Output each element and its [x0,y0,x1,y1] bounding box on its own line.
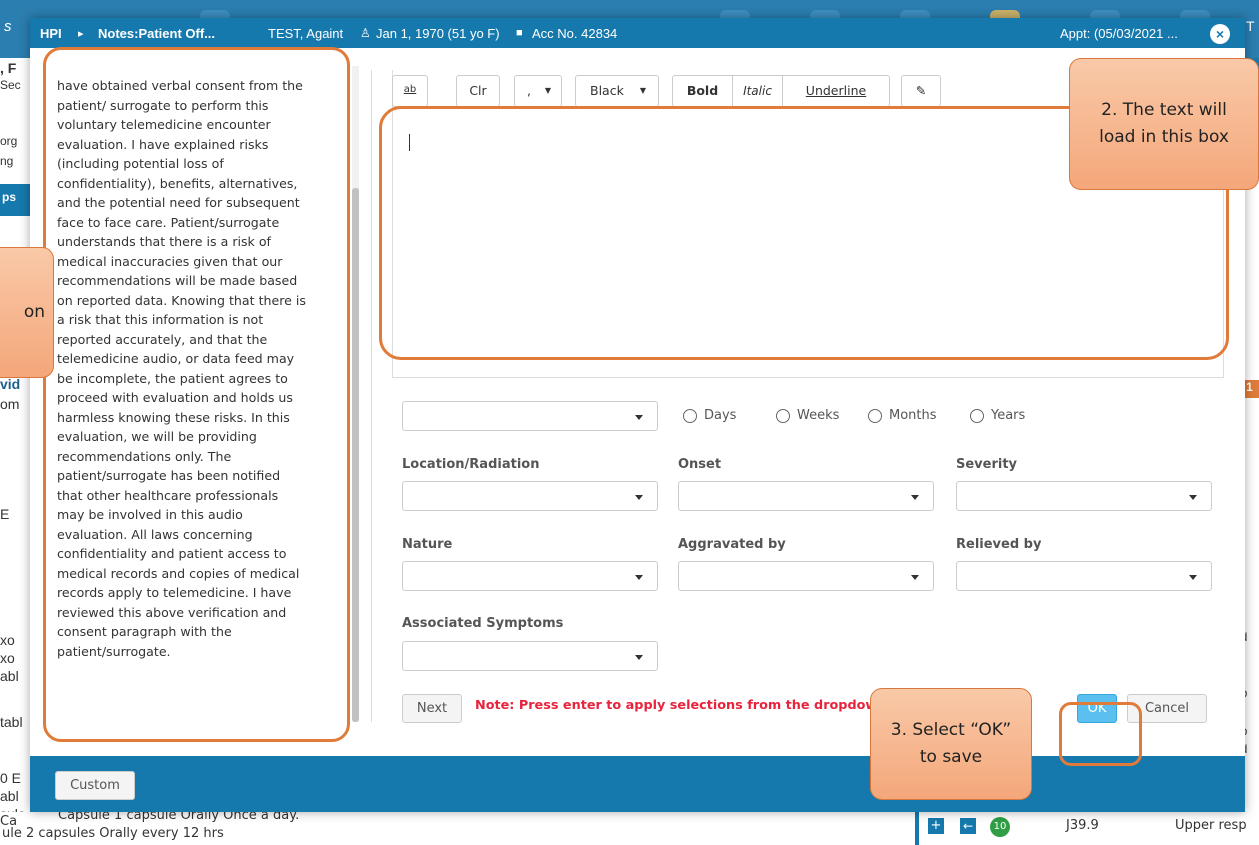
plus-icon[interactable]: + [928,818,944,834]
relieved-by-label: Relieved by [956,537,1042,552]
text-box-callout: 2. The text will load in this box [1069,58,1259,190]
bg-fragment: abl [0,668,19,684]
radio-years[interactable] [970,409,984,423]
modal-footer: Custom [30,756,1245,812]
clear-button[interactable]: Clr [456,75,500,107]
patient-name: TEST, Againt [268,26,344,41]
radio-weeks-label: Weeks [797,408,840,423]
appointment-info: Appt: (05/03/2021 ... [1060,26,1178,41]
bg-fragment: xo [0,650,15,666]
chevron-down-icon [635,575,643,580]
left-callout-text: on [23,302,45,322]
radio-years-label: Years [991,408,1026,423]
close-icon[interactable]: × [1210,24,1230,44]
nature-select[interactable] [402,561,658,591]
folder-icon: ■ [516,27,523,39]
onset-select[interactable] [678,481,934,511]
chevron-down-icon: ▼ [544,86,551,95]
section-title: HPI [40,26,62,41]
aggravated-by-label: Aggravated by [678,537,786,552]
chevron-down-icon [911,575,919,580]
radio-weeks[interactable] [776,409,790,423]
bg-fragment: xo [0,632,15,648]
consent-highlight-ring [43,47,350,742]
person-icon: ♙ [360,26,371,40]
onset-label: Onset [678,457,722,472]
duration-select[interactable] [402,401,658,431]
associated-symptoms-label: Associated Symptoms [402,616,564,631]
chevron-down-icon [1189,575,1197,580]
punctuation-label: , [527,83,531,98]
arrow-left-icon[interactable]: ← [960,818,976,834]
app-header-fragment: s [4,18,12,35]
background-bottom-strip: Ca Capsule 1 capsule Orally Once a day. … [0,808,1259,845]
spellcheck-button[interactable]: ab [392,75,428,107]
radio-days[interactable] [683,409,697,423]
text-box-callout-text: 2. The text will load in this box [1099,100,1229,147]
bg-fragment: E [0,506,10,522]
location-radiation-label: Location/Radiation [402,457,540,472]
bg-fragment: Sec [0,78,21,92]
dropdown-note: Note: Press enter to apply selections fr… [475,698,870,713]
aggravated-by-select[interactable] [678,561,934,591]
pencil-button[interactable]: ✎ [901,75,941,107]
ok-callout-text: 3. Select “OK” to save [890,720,1012,767]
radio-months[interactable] [868,409,882,423]
chevron-down-icon [635,655,643,660]
bg-diagnosis-code: J39.9 [1066,818,1099,833]
bg-fragment: tabl [0,714,23,730]
account-number: Acc No. 42834 [532,26,618,41]
location-radiation-select[interactable] [402,481,658,511]
bg-medication-line: ule 2 capsules Orally every 12 hrs [2,826,224,841]
ok-callout: 3. Select “OK” to save [870,688,1032,800]
custom-button[interactable]: Custom [55,771,135,800]
underline-button[interactable]: Underline [783,76,889,106]
format-button-group: Bold Italic Underline [672,75,890,107]
bg-fragment: org [0,134,18,148]
bg-divider [915,812,919,845]
severity-select[interactable] [956,481,1212,511]
bold-button[interactable]: Bold [673,76,733,106]
pencil-icon: ✎ [915,83,927,98]
relieved-by-select[interactable] [956,561,1212,591]
text-color-dropdown[interactable]: Black ▼ [575,75,659,107]
bg-fragment: ng [0,154,14,168]
italic-button[interactable]: Italic [733,76,783,106]
radio-months-label: Months [889,408,937,423]
nature-label: Nature [402,537,453,552]
chevron-down-icon [911,495,919,500]
ok-highlight-ring [1059,702,1142,766]
bg-fragment: vid [0,376,21,392]
bg-diagnosis-desc: Upper resp [1175,818,1247,833]
text-color-label: Black [590,83,624,98]
breadcrumb-separator-icon: ▸ [78,28,84,40]
severity-label: Severity [956,457,1018,472]
left-callout: on [0,247,54,378]
count-badge: 10 [990,817,1010,837]
modal-titlebar: HPI ▸ Notes:Patient Off... TEST, Againt … [30,18,1245,48]
chevron-down-icon: ▼ [639,86,646,95]
chevron-down-icon [1189,495,1197,500]
radio-days-label: Days [704,408,737,423]
bg-fragment: om [0,396,20,412]
background-left-panel: , F Sec org ng ps vid om E xo xo abl tab… [0,58,30,845]
patient-dob: Jan 1, 1970 (51 yo F) [376,26,500,41]
next-button[interactable]: Next [402,694,462,723]
consent-scrollbar-thumb[interactable] [352,188,359,722]
notes-breadcrumb[interactable]: Notes:Patient Off... [98,26,215,41]
app-header-fragment: T [1246,18,1255,34]
bg-fragment: abl [0,788,19,804]
chevron-down-icon [635,415,643,420]
associated-symptoms-select[interactable] [402,641,658,671]
punctuation-dropdown[interactable]: , ▼ [514,75,562,107]
bg-fragment: 0 E [0,770,22,786]
bg-fragment: , F [0,60,17,76]
spellcheck-icon: ab [403,84,417,95]
chevron-down-icon [635,495,643,500]
bg-fragment: ps [0,184,30,216]
